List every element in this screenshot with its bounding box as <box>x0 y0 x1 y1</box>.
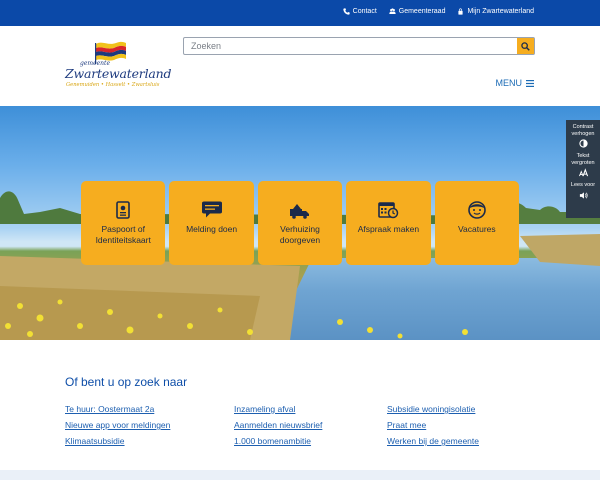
search-bar <box>183 37 535 55</box>
lookup-link[interactable]: Te huur: Oostermaat 2a <box>65 404 170 414</box>
person-face-icon <box>468 201 486 219</box>
tool-label: vergroten <box>571 159 595 166</box>
council-icon <box>389 8 396 14</box>
chat-icon <box>201 201 222 218</box>
tile-vacatures[interactable]: Vacatures <box>434 181 520 265</box>
mijn-zwartewaterland-label: Mijn Zwartewaterland <box>467 8 534 15</box>
text-size-icon <box>578 168 588 177</box>
tile-melding[interactable]: Melding doen <box>169 181 254 265</box>
lookup-heading: Of bent u op zoek naar <box>65 375 188 389</box>
contact-link[interactable]: Contact <box>342 8 377 15</box>
lookup-column: Inzameling afval Aanmelden nieuwsbrief 1… <box>234 404 322 446</box>
lookup-link[interactable]: Klimaatsubsidie <box>65 436 170 446</box>
hamburger-icon <box>526 79 534 87</box>
lookup-link[interactable]: Inzameling afval <box>234 404 322 414</box>
lookup-link[interactable]: Praat mee <box>387 420 479 430</box>
tile-label: Verhuizing <box>280 224 320 234</box>
footer-strip <box>0 470 600 480</box>
tile-verhuizing[interactable]: Verhuizing doorgeven <box>257 181 343 265</box>
lookup-link[interactable]: 1.000 bomenambitie <box>234 436 322 446</box>
lookup-column: Subsidie woningisolatie Praat mee Werken… <box>387 404 479 446</box>
lock-icon <box>458 8 464 15</box>
lookup-link[interactable]: Nieuwe app voor meldingen <box>65 420 170 430</box>
search-button[interactable] <box>517 38 534 54</box>
text-size-button[interactable]: Tekst vergroten <box>566 153 600 177</box>
search-icon <box>521 41 530 51</box>
hero-banner: Paspoort of Identiteitskaart Melding doe… <box>0 106 600 340</box>
contact-label: Contact <box>352 8 377 15</box>
tile-label: Afspraak maken <box>357 224 420 234</box>
lookup-column: Te huur: Oostermaat 2a Nieuwe app voor m… <box>65 404 170 446</box>
tile-label: doorgeven <box>279 235 321 246</box>
site-header: gemeente Zwartewaterland Genemuiden • Ha… <box>0 26 600 106</box>
accessibility-toolbar: Contrast verhogen Tekst vergroten Lees v… <box>566 120 600 218</box>
mijn-zwartewaterland-link[interactable]: Mijn Zwartewaterland <box>457 8 534 15</box>
gemeente-logo[interactable]: gemeente Zwartewaterland Genemuiden • Ha… <box>64 40 171 96</box>
tile-label: Vacatures <box>458 224 496 234</box>
search-input[interactable] <box>184 38 518 54</box>
lookup-link[interactable]: Subsidie woningisolatie <box>387 404 479 414</box>
passport-icon <box>116 201 131 219</box>
lookup-link[interactable]: Aanmelden nieuwsbrief <box>234 420 322 430</box>
tool-label: Contrast <box>572 124 594 130</box>
tool-label: Tekst <box>576 153 590 160</box>
read-aloud-button[interactable]: Lees voor <box>566 182 600 200</box>
contrast-button[interactable]: Contrast verhogen <box>566 124 600 148</box>
tool-label: Lees voor <box>570 182 596 189</box>
tile-label: Melding doen <box>186 224 238 234</box>
top-bar: Contact Gemeenteraad Mijn Zwartewaterlan… <box>0 0 600 26</box>
calendar-clock-icon <box>378 202 399 219</box>
tile-label: Paspoort of <box>101 224 145 234</box>
lookup-section: Of bent u op zoek naar Te huur: Oosterma… <box>0 340 600 470</box>
moving-truck-icon <box>290 204 310 219</box>
tile-afspraak[interactable]: Afspraak maken <box>346 181 431 265</box>
menu-button[interactable]: MENU <box>495 78 534 88</box>
contrast-icon <box>578 139 588 148</box>
menu-label: MENU <box>495 78 523 88</box>
tool-label: verhogen <box>571 130 595 137</box>
gemeenteraad-label: Gemeenteraad <box>398 8 446 15</box>
gemeenteraad-link[interactable]: Gemeenteraad <box>389 8 446 15</box>
top-links: Contact Gemeenteraad Mijn Zwartewaterlan… <box>342 8 534 15</box>
phone-icon <box>342 8 350 15</box>
quick-links: Paspoort of Identiteitskaart Melding doe… <box>81 181 520 265</box>
tile-label: Identiteitskaart <box>95 235 151 246</box>
tile-paspoort[interactable]: Paspoort of Identiteitskaart <box>81 181 166 265</box>
logo-name: Zwartewaterland <box>65 66 172 81</box>
speaker-icon <box>579 192 588 199</box>
logo-towns: Genemuiden • Hasselt • Zwartsluis <box>66 82 160 88</box>
lookup-link[interactable]: Werken bij de gemeente <box>387 436 479 446</box>
